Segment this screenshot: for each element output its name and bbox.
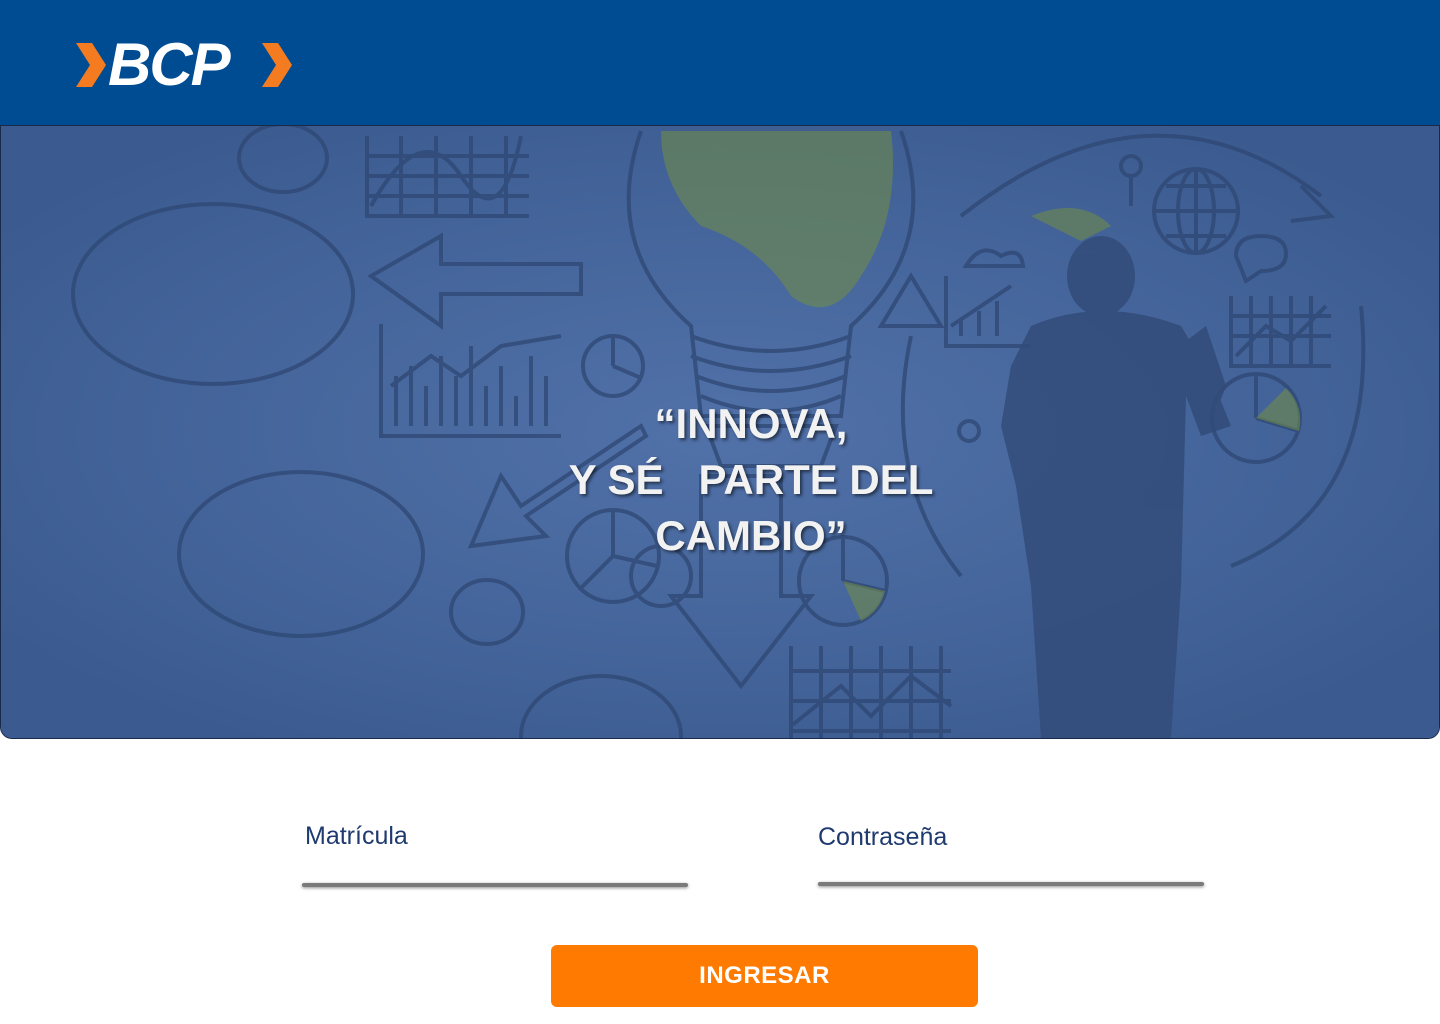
- top-header: BCP: [0, 0, 1440, 125]
- username-label: Matrícula: [305, 822, 408, 850]
- password-underline: [818, 882, 1204, 886]
- bcp-logo[interactable]: BCP: [72, 31, 300, 98]
- hero-quote: “INNOVA, Y SÉ PARTE DEL CAMBIO”: [521, 396, 981, 564]
- chevron-right-icon: [76, 43, 106, 87]
- hero-banner: “INNOVA, Y SÉ PARTE DEL CAMBIO”: [0, 125, 1440, 739]
- username-input[interactable]: [305, 848, 692, 884]
- logo-text: BCP: [108, 31, 231, 98]
- password-input[interactable]: [818, 848, 1208, 884]
- hero-quote-line-3: CAMBIO”: [655, 512, 847, 559]
- ingresar-button[interactable]: INGRESAR: [551, 945, 978, 1007]
- chevron-right-icon: [262, 43, 292, 87]
- hero-quote-line-1: “INNOVA,: [654, 400, 848, 447]
- hero-quote-line-2: Y SÉ PARTE DEL: [568, 456, 934, 503]
- username-underline: [302, 883, 688, 887]
